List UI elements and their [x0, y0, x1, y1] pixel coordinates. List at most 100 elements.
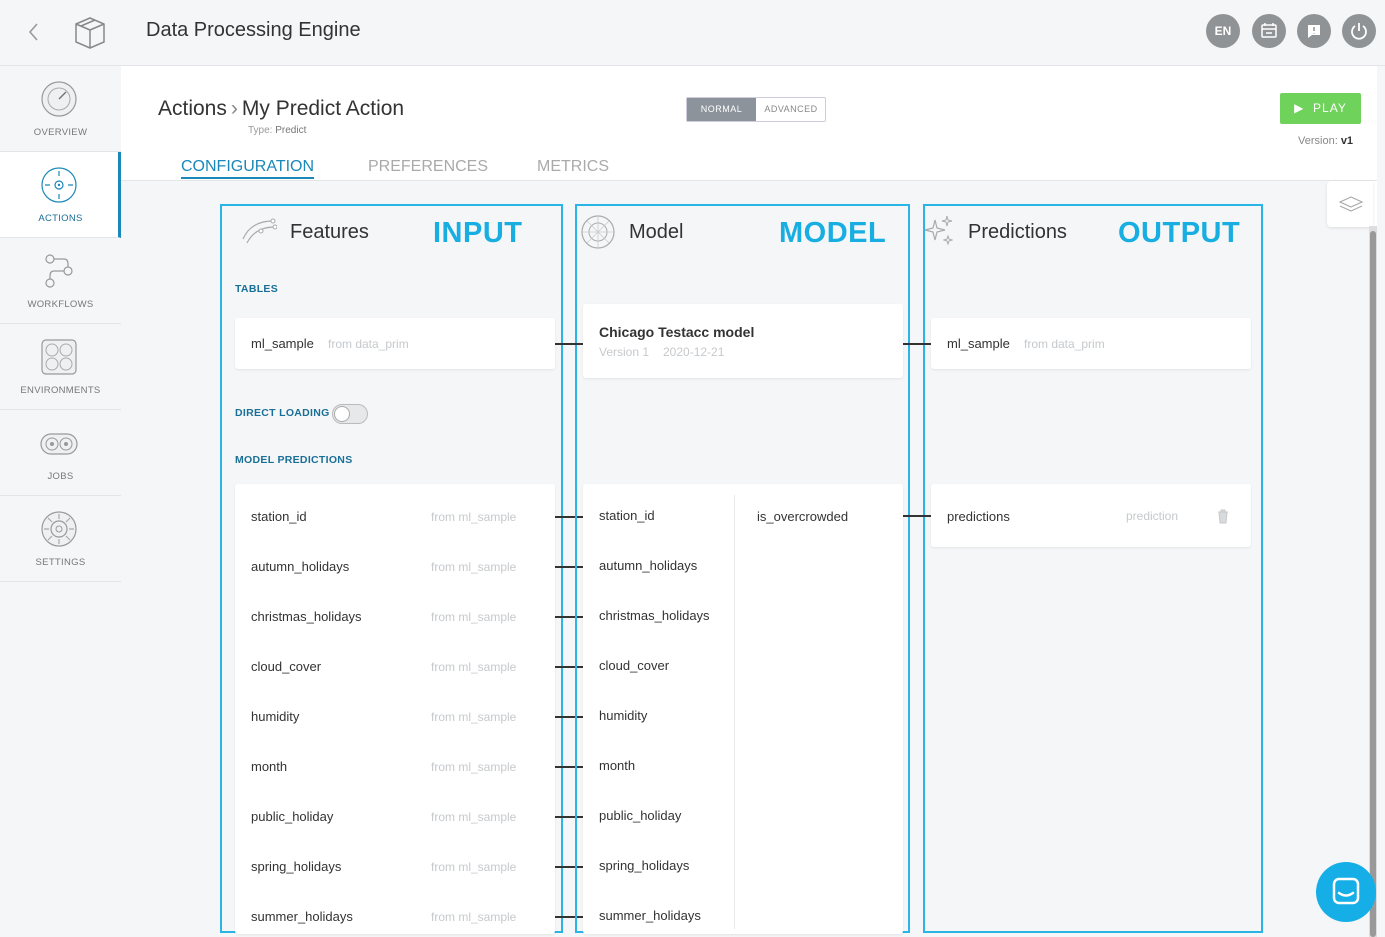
trash-icon[interactable]	[1215, 508, 1231, 524]
version-indicator: Version: v1	[1298, 135, 1353, 147]
feature-name: month	[251, 759, 288, 774]
sidebar-item-overview[interactable]: OVERVIEW	[0, 66, 121, 152]
model-input-name: autumn_holidays	[599, 558, 698, 573]
feature-source: from ml_sample	[431, 510, 517, 524]
feature-source: from ml_sample	[431, 610, 517, 624]
version-label: Version:	[1298, 135, 1338, 147]
features-title: Features	[290, 221, 369, 243]
direct-loading-toggle[interactable]	[332, 404, 368, 424]
feature-name: cloud_cover	[251, 659, 322, 674]
feature-name: summer_holidays	[251, 909, 353, 924]
sidebar-item-actions[interactable]: ACTIONS	[0, 152, 121, 238]
dashboard-gauge-icon	[40, 80, 78, 118]
connector-output-table	[903, 343, 931, 345]
tab-metrics[interactable]: METRICS	[537, 158, 609, 176]
model-input-name: spring_holidays	[599, 858, 690, 873]
prediction-type: prediction	[1126, 509, 1179, 523]
scrollbar-thumb[interactable]	[1370, 231, 1376, 937]
feature-name: humidity	[251, 709, 300, 724]
tables-label: TABLES	[235, 283, 279, 295]
language-button[interactable]: EN	[1206, 14, 1240, 48]
input-table-card[interactable]: ml_sample from data_prim	[235, 318, 555, 369]
mode-toggle: NORMAL ADVANCED	[686, 97, 826, 122]
output-tag: OUTPUT	[1118, 217, 1241, 249]
chevron-right-icon: ›	[230, 97, 238, 120]
feature-name: spring_holidays	[251, 859, 342, 874]
model-name: Chicago Testacc model	[599, 324, 755, 340]
model-io-divider	[734, 495, 735, 929]
sidebar-label-jobs: JOBS	[47, 471, 74, 482]
model-input-name: cloud_cover	[599, 658, 670, 673]
model-title: Model	[629, 221, 684, 243]
model-tag: MODEL	[779, 217, 887, 249]
calendar-icon[interactable]	[1252, 14, 1286, 48]
mode-advanced-button[interactable]: ADVANCED	[756, 98, 826, 121]
power-icon[interactable]	[1342, 14, 1376, 48]
play-button[interactable]: ▶ PLAY	[1280, 93, 1361, 124]
workflow-icon	[40, 252, 78, 290]
environment-icon	[40, 338, 78, 376]
model-input-name: christmas_holidays	[599, 608, 710, 623]
type-value: Predict	[275, 125, 307, 136]
sidebar-label-workflows: WORKFLOWS	[27, 299, 94, 310]
version-value: v1	[1340, 135, 1354, 147]
jobs-gears-icon	[40, 424, 78, 462]
model-input-name: month	[599, 758, 636, 773]
sidebar-item-jobs[interactable]: JOBS	[0, 410, 121, 496]
feature-source: from ml_sample	[431, 860, 517, 874]
predictions-title: Predictions	[968, 221, 1067, 243]
model-predictions-label: MODEL PREDICTIONS	[235, 454, 353, 466]
feature-source: from ml_sample	[431, 760, 517, 774]
breadcrumb: Actions › My Predict Action	[158, 97, 404, 121]
sidebar-item-settings[interactable]: SETTINGS	[0, 496, 121, 582]
sidebar-label-settings: SETTINGS	[35, 557, 86, 568]
toggle-knob	[334, 406, 350, 422]
model-version: Version 1	[599, 345, 650, 359]
input-table-source: from data_prim	[328, 337, 409, 351]
feature-source: from ml_sample	[431, 910, 517, 924]
output-table-name: ml_sample	[947, 336, 1010, 351]
output-table-card[interactable]: ml_sample from data_prim	[931, 318, 1251, 369]
model-output-name: is_overcrowded	[757, 509, 849, 524]
sidebar: OVERVIEW ACTIONS WORKFLOWS ENVIRONMENTS …	[0, 66, 121, 583]
sidebar-item-workflows[interactable]: WORKFLOWS	[0, 238, 121, 324]
feedback-icon[interactable]	[1297, 14, 1331, 48]
prediction-card[interactable]: predictions prediction	[931, 484, 1251, 547]
breadcrumb-root[interactable]: Actions	[158, 97, 227, 120]
feature-source: from ml_sample	[431, 660, 517, 674]
feature-source: from ml_sample	[431, 560, 517, 574]
app-title: Data Processing Engine	[146, 19, 361, 41]
mode-normal-button[interactable]: NORMAL	[687, 98, 756, 121]
feature-name: station_id	[251, 509, 307, 524]
feature-name: christmas_holidays	[251, 609, 362, 624]
features-icon	[241, 215, 278, 249]
tab-preferences[interactable]: PREFERENCES	[368, 158, 488, 176]
back-arrow-icon[interactable]	[22, 20, 46, 44]
model-input-name: public_holiday	[599, 808, 682, 823]
model-input-name: summer_holidays	[599, 908, 701, 923]
layers-icon[interactable]	[1327, 181, 1373, 227]
sidebar-label-overview: OVERVIEW	[33, 127, 88, 138]
play-label: PLAY	[1313, 101, 1347, 115]
top-bar: Data Processing Engine EN	[0, 0, 1385, 66]
app-logo-icon	[72, 14, 108, 50]
sidebar-label-environments: ENVIRONMENTS	[20, 385, 101, 396]
target-icon	[40, 166, 78, 204]
input-tag: INPUT	[433, 217, 523, 249]
feature-source: from ml_sample	[431, 810, 517, 824]
tab-configuration[interactable]: CONFIGURATION	[181, 158, 315, 179]
feature-source: from ml_sample	[431, 710, 517, 724]
output-column-highlight	[923, 204, 1263, 933]
connector-input-table	[555, 343, 583, 345]
feature-name: autumn_holidays	[251, 559, 350, 574]
action-type: Type: Predict	[248, 125, 306, 136]
input-table-name: ml_sample	[251, 336, 314, 351]
model-icon	[580, 214, 615, 249]
sidebar-item-environments[interactable]: ENVIRONMENTS	[0, 324, 121, 410]
chat-launcher-icon[interactable]	[1316, 862, 1376, 922]
settings-gear-icon	[40, 510, 78, 548]
prediction-name: predictions	[947, 509, 1010, 524]
play-icon: ▶	[1294, 101, 1305, 115]
connector-prediction	[903, 515, 931, 517]
model-card[interactable]: Chicago Testacc model Version 1 2020-12-…	[583, 304, 903, 378]
